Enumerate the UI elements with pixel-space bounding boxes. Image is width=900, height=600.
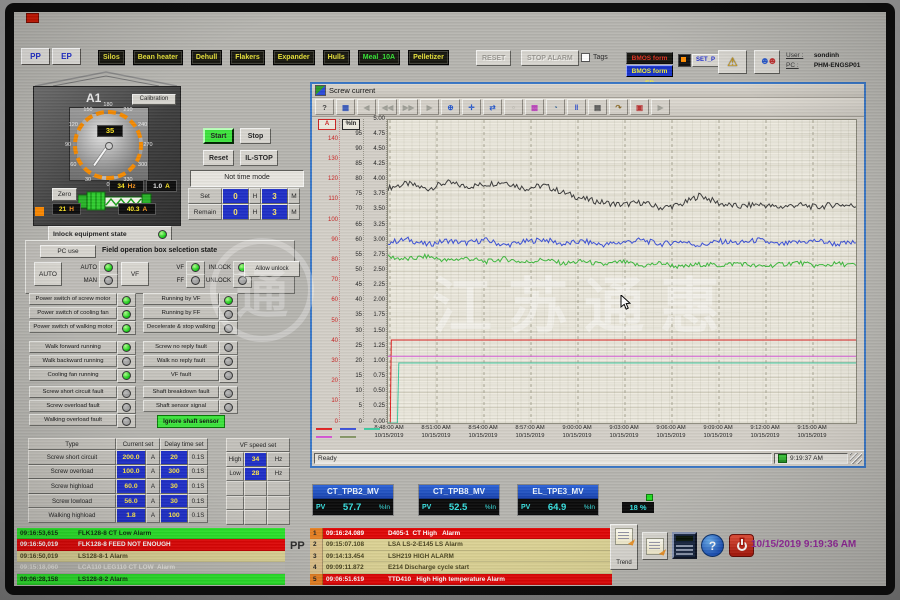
power-icon bbox=[737, 541, 747, 551]
dial-scale-210: 210 bbox=[123, 107, 132, 113]
pv-title: CT_TPB2_MV bbox=[313, 485, 393, 499]
pv-value-row: PV52.5%In bbox=[419, 499, 499, 515]
pv-value: 64.9 bbox=[532, 502, 581, 513]
trend-button[interactable]: Trend bbox=[610, 524, 638, 570]
dial-scale-180: 180 bbox=[103, 102, 112, 108]
pv-unit: %In bbox=[485, 504, 496, 511]
pv-value: 57.7 bbox=[327, 502, 376, 513]
trend-note-icon bbox=[615, 528, 633, 545]
pv-value: 52.5 bbox=[433, 502, 482, 513]
pv-title: EL_TPE3_MV bbox=[518, 485, 598, 499]
percent-value: 18 bbox=[629, 503, 637, 512]
percent-unit: % bbox=[640, 503, 647, 512]
dial-scale-120: 120 bbox=[69, 122, 78, 128]
pv-label: PV bbox=[521, 504, 530, 511]
pv-label: PV bbox=[422, 504, 431, 511]
pv-label: PV bbox=[316, 504, 325, 511]
screen: PP EP SilosBean heaterDehullFlakersExpan… bbox=[14, 12, 886, 586]
dial-scale-30: 30 bbox=[85, 177, 91, 183]
pv-panel-ct_tpb8_mv[interactable]: CT_TPB8_MVPV52.5%In bbox=[418, 484, 500, 516]
dial-scale-150: 150 bbox=[83, 107, 92, 113]
percent-indicator-led bbox=[646, 494, 653, 501]
dial-scale-0: 0 bbox=[106, 182, 109, 188]
pv-layer: CT_TPB2_MVPV57.7%InCT_TPB8_MVPV52.5%InEL… bbox=[14, 12, 886, 586]
trend-button-label: Trend bbox=[616, 560, 631, 566]
pv-unit: %In bbox=[379, 504, 390, 511]
report-button[interactable] bbox=[642, 532, 668, 560]
dial-scale-330: 330 bbox=[123, 177, 132, 183]
pv-value-row: PV64.9%In bbox=[518, 499, 598, 515]
gauge-hub bbox=[105, 142, 113, 150]
keypad-keys-icon bbox=[676, 543, 693, 555]
pv-panel-ct_tpb2_mv[interactable]: CT_TPB2_MVPV57.7%In bbox=[312, 484, 394, 516]
pv-title: CT_TPB8_MV bbox=[419, 485, 499, 499]
dial-scale-90: 90 bbox=[65, 142, 71, 148]
pv-unit: %In bbox=[584, 504, 595, 511]
pv-value-row: PV57.7%In bbox=[313, 499, 393, 515]
report-note-icon bbox=[646, 538, 664, 555]
system-datetime: 10/15/2019 9:19:36 AM bbox=[751, 539, 856, 550]
monitor: PP EP SilosBean heaterDehullFlakersExpan… bbox=[0, 0, 900, 600]
percent-display: 18 % bbox=[622, 502, 654, 513]
keypad-display bbox=[676, 536, 693, 541]
gauge-readout: 35 bbox=[97, 125, 123, 137]
pv-panel-el_tpe3_mv[interactable]: EL_TPE3_MVPV64.9%In bbox=[517, 484, 599, 516]
dial-scale-270: 270 bbox=[143, 142, 152, 148]
help-button[interactable]: ? bbox=[701, 534, 724, 557]
dial-scale-300: 300 bbox=[138, 162, 147, 168]
keypad-button[interactable] bbox=[672, 532, 697, 559]
dial-scale-60: 60 bbox=[70, 162, 76, 168]
dial-scale-240: 240 bbox=[138, 122, 147, 128]
